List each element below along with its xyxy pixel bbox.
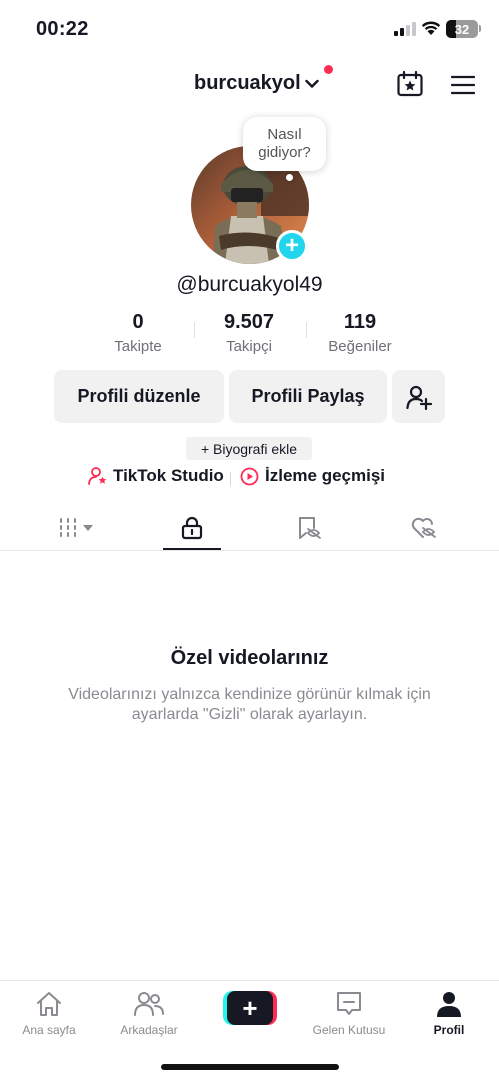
inbox-icon — [337, 992, 361, 1015]
status-bubble[interactable]: Nasıl gidiyor? — [243, 117, 326, 171]
stat-label: Beğeniler — [328, 338, 392, 355]
tab-private[interactable] — [130, 505, 254, 550]
grid-filter-icon — [60, 517, 93, 537]
play-circle-icon — [240, 467, 259, 485]
menu-icon[interactable] — [451, 75, 475, 95]
add-person-icon — [405, 385, 432, 410]
tab-videos[interactable] — [16, 505, 140, 550]
heart-eye-icon — [411, 517, 436, 538]
bubble-tail — [286, 174, 293, 181]
edit-profile-button[interactable]: Profili düzenle — [54, 370, 224, 423]
bookmark-eye-icon — [299, 516, 321, 539]
profile-icon — [437, 992, 461, 1017]
empty-state-title: Özel videolarınız — [170, 647, 329, 669]
profile-header: burcuakyol — [0, 62, 499, 106]
friends-icon — [134, 992, 164, 1016]
stat-followers[interactable]: 9.507 Takipçi — [206, 310, 292, 355]
nav-label: Ana sayfa — [22, 1023, 76, 1037]
studio-person-icon — [88, 467, 107, 485]
content-tabs — [0, 505, 499, 551]
watch-history-link[interactable]: İzleme geçmişi — [240, 466, 385, 486]
stat-label: Takipçi — [226, 338, 272, 355]
profile-links: TikTok Studio İzleme geçmişi — [0, 466, 499, 492]
add-friend-button[interactable] — [392, 370, 445, 423]
create-button[interactable]: + — [223, 991, 277, 1025]
stat-value: 9.507 — [223, 311, 275, 333]
status-bar: 00:22 32 — [0, 0, 499, 58]
stat-label: Takipte — [114, 338, 162, 355]
battery-tip — [479, 25, 481, 32]
account-switcher[interactable]: burcuakyol — [194, 72, 319, 95]
stat-divider — [194, 322, 195, 338]
battery-icon: 32 — [446, 20, 478, 38]
lock-icon — [181, 516, 203, 539]
header-username: burcuakyol — [194, 72, 301, 94]
tiktok-studio-link[interactable]: TikTok Studio — [88, 466, 224, 486]
nav-label: Profil — [433, 1023, 465, 1037]
stat-divider — [306, 322, 307, 338]
nav-inbox[interactable]: Gelen Kutusu — [304, 989, 394, 1037]
empty-state-description: Videolarınızı yalnızca kendinize görünür… — [68, 686, 431, 723]
profile-handle: @burcuakyol49 — [176, 273, 323, 296]
wifi-icon — [421, 21, 441, 35]
calendar-star-icon[interactable] — [396, 70, 424, 98]
nav-label: Arkadaşlar — [120, 1023, 178, 1037]
nav-friends[interactable]: Arkadaşlar — [104, 989, 194, 1037]
history-label: İzleme geçmişi — [265, 466, 386, 485]
nav-profile[interactable]: Profil — [404, 989, 494, 1037]
stat-value: 0 — [132, 311, 144, 333]
tab-liked[interactable] — [362, 505, 486, 550]
home-icon — [37, 992, 61, 1016]
status-time: 00:22 — [36, 18, 89, 40]
create-icon: + — [227, 991, 273, 1025]
active-tab-indicator — [163, 548, 221, 550]
stat-value: 119 — [343, 311, 377, 333]
links-divider — [230, 472, 231, 486]
stat-following[interactable]: 0 Takipte — [98, 310, 178, 355]
chevron-down-icon — [305, 79, 319, 88]
add-avatar-button[interactable]: + — [276, 230, 308, 262]
signal-icon — [394, 22, 416, 36]
tab-favorites[interactable] — [248, 505, 372, 550]
battery-level: 32 — [454, 21, 470, 37]
nav-home[interactable]: Ana sayfa — [4, 989, 94, 1037]
share-profile-button[interactable]: Profili Paylaş — [229, 370, 387, 423]
home-indicator — [161, 1064, 339, 1070]
notification-dot — [324, 65, 333, 74]
stat-likes[interactable]: 119 Beğeniler — [316, 310, 404, 355]
nav-label: Gelen Kutusu — [312, 1023, 386, 1037]
studio-label: TikTok Studio — [113, 466, 224, 485]
add-bio-button[interactable]: + Biyografi ekle — [186, 437, 312, 460]
